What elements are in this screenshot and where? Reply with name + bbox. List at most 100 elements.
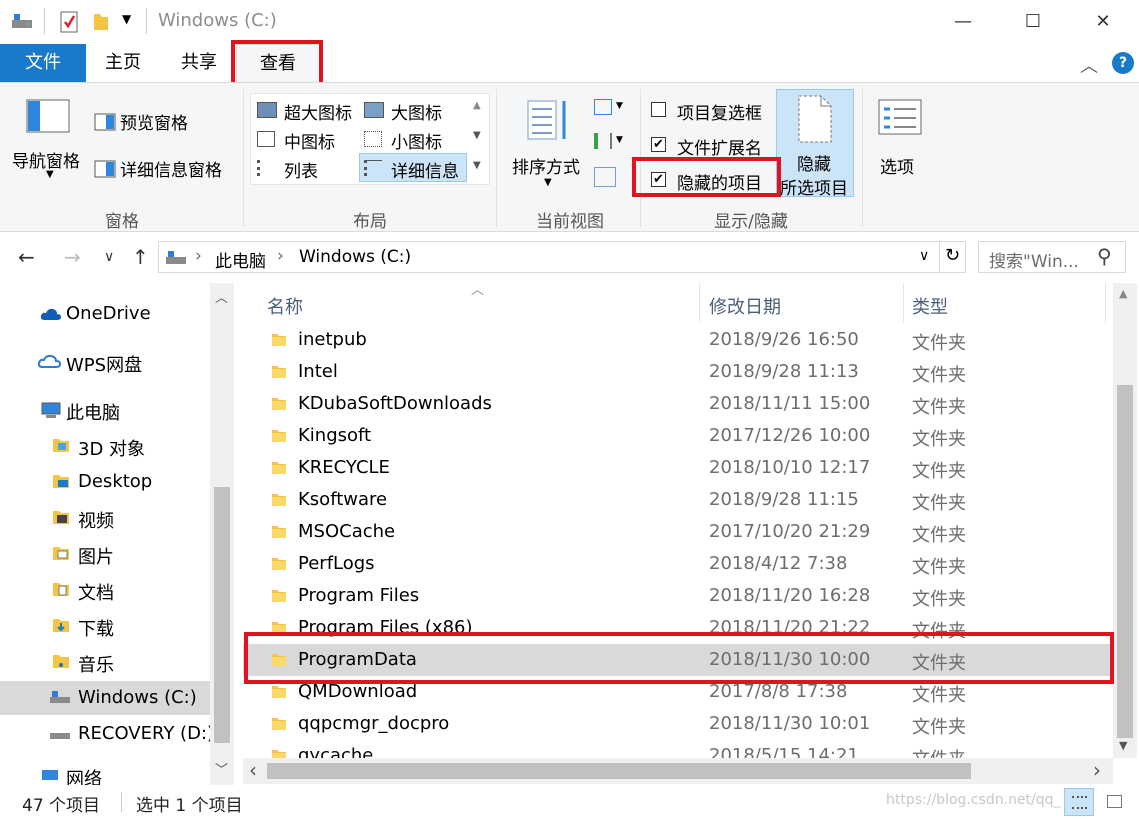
- table-row[interactable]: Kingsoft 2017/12/26 10:00 文件夹: [243, 420, 1113, 452]
- layout-list[interactable]: 列表: [254, 155, 354, 182]
- table-row[interactable]: Ksoftware 2018/9/28 11:15 文件夹: [243, 484, 1113, 516]
- horizontal-scroll-thumb[interactable]: [267, 763, 971, 779]
- help-icon[interactable]: ?: [1112, 52, 1134, 74]
- layout-large[interactable]: 大图标: [361, 97, 461, 124]
- gallery-scroll-up-icon[interactable]: ▲: [473, 100, 481, 111]
- sort-ascending-icon: ︿: [471, 283, 485, 298]
- nav-item-documents[interactable]: 文档: [0, 573, 210, 607]
- layout-details[interactable]: 详细信息: [359, 153, 467, 182]
- new-folder-icon[interactable]: [92, 10, 110, 39]
- breadcrumb-drive[interactable]: Windows (C:): [299, 247, 411, 267]
- scroll-left-icon[interactable]: ‹: [249, 758, 257, 782]
- nav-item-label: WPS网盘: [66, 355, 143, 376]
- file-extensions-checkbox[interactable]: ✔: [651, 137, 666, 152]
- large-icons-view-toggle[interactable]: [1100, 788, 1130, 816]
- nav-item-pictures[interactable]: 图片: [0, 537, 210, 571]
- add-columns-icon[interactable]: [594, 133, 612, 149]
- details-view-toggle[interactable]: [1064, 788, 1094, 816]
- customize-qa-icon[interactable]: ▼: [122, 12, 131, 26]
- group-label-panes: 窗格: [105, 212, 139, 232]
- preview-pane-button[interactable]: 预览窗格: [92, 107, 202, 135]
- sort-by-button[interactable]: 排序方式 ▼: [506, 89, 588, 199]
- breadcrumb-this-pc[interactable]: 此电脑: [215, 247, 266, 272]
- nav-scrollbar[interactable]: ︿ ﹀: [210, 283, 234, 785]
- table-row[interactable]: Program Files 2018/11/20 16:28 文件夹: [243, 580, 1113, 612]
- nav-item-onedrive[interactable]: OneDrive: [0, 297, 210, 331]
- window-title: Windows (C:): [158, 10, 277, 31]
- nav-item-label: OneDrive: [66, 303, 151, 324]
- collapse-ribbon-icon[interactable]: ︿: [1080, 52, 1098, 78]
- item-checkboxes-checkbox[interactable]: [651, 102, 666, 117]
- table-row[interactable]: Intel 2018/9/28 11:13 文件夹: [243, 356, 1113, 388]
- folder-icon: [271, 332, 287, 348]
- column-divider[interactable]: [903, 283, 904, 323]
- nav-item-recovery-d[interactable]: RECOVERY (D:): [0, 717, 214, 751]
- search-input[interactable]: 搜索"Win... ⚲: [978, 241, 1126, 273]
- scroll-down-icon[interactable]: ﹀: [215, 759, 228, 778]
- column-header-name[interactable]: 名称: [267, 293, 303, 319]
- layout-small[interactable]: 小图标: [361, 126, 461, 153]
- details-pane-button[interactable]: 详细信息窗格: [92, 154, 237, 182]
- layout-medium[interactable]: 中图标: [254, 126, 362, 153]
- scroll-up-icon[interactable]: ︿: [215, 287, 228, 306]
- nav-item-windows-c[interactable]: Windows (C:): [0, 681, 210, 715]
- tab-home[interactable]: 主页: [92, 44, 154, 82]
- nav-item-music[interactable]: 音乐: [0, 645, 210, 679]
- table-row[interactable]: KRECYCLE 2018/10/10 12:17 文件夹: [243, 452, 1113, 484]
- close-button[interactable]: ✕: [1080, 6, 1126, 38]
- forward-button[interactable]: →: [64, 245, 81, 269]
- gallery-scroll-down-icon[interactable]: ▼: [473, 130, 481, 141]
- table-row[interactable]: inetpub 2018/9/26 16:50 文件夹: [243, 324, 1113, 356]
- nav-item-videos[interactable]: 视频: [0, 501, 210, 535]
- nav-item-wps[interactable]: WPS网盘: [0, 345, 210, 379]
- table-row[interactable]: qqpcmgr_docpro 2018/11/30 10:01 文件夹: [243, 708, 1113, 740]
- maximize-button[interactable]: ☐: [1010, 6, 1056, 38]
- tab-share[interactable]: 共享: [168, 44, 230, 82]
- column-divider[interactable]: [1105, 283, 1106, 323]
- recent-locations-button[interactable]: ∨: [104, 249, 114, 265]
- column-divider[interactable]: [699, 283, 700, 323]
- layout-extra-large[interactable]: 超大图标: [254, 97, 362, 124]
- tab-file[interactable]: 文件: [0, 44, 86, 82]
- breadcrumb-separator[interactable]: ›: [195, 246, 202, 266]
- file-list-horizontal-scrollbar[interactable]: ‹ ›: [243, 758, 1113, 784]
- file-list-vertical-scrollbar[interactable]: ▲ ▼: [1113, 283, 1137, 758]
- table-row[interactable]: MSOCache 2017/10/20 21:29 文件夹: [243, 516, 1113, 548]
- file-date: 2018/11/11 15:00: [709, 393, 871, 414]
- minimize-button[interactable]: —: [940, 6, 986, 38]
- nav-item-3d-objects[interactable]: 3D 对象: [0, 429, 210, 463]
- refresh-button[interactable]: ↻: [945, 245, 960, 266]
- scroll-down-icon[interactable]: ▼: [1119, 739, 1127, 752]
- breadcrumb-separator[interactable]: ›: [277, 246, 284, 266]
- hide-selected-button[interactable]: 隐藏 所选项目: [776, 89, 854, 199]
- column-header-date[interactable]: 修改日期: [709, 293, 781, 319]
- nav-pane-button[interactable]: 导航窗格 ▼: [10, 89, 88, 189]
- nav-item-this-pc[interactable]: 此电脑: [0, 393, 210, 427]
- drive-icon[interactable]: [10, 10, 34, 37]
- table-row[interactable]: qycache 2018/5/15 14:21 文件夹: [243, 740, 1113, 758]
- address-dropdown[interactable]: ∨: [919, 248, 929, 264]
- gallery-expand-icon[interactable]: ▼: [473, 160, 481, 171]
- scroll-up-icon[interactable]: ▲: [1119, 287, 1127, 300]
- column-header-type[interactable]: 类型: [912, 293, 948, 319]
- group-by-icon[interactable]: [594, 99, 612, 115]
- title-bar: ▼ Windows (C:) — ☐ ✕: [0, 0, 1139, 44]
- properties-icon[interactable]: [58, 10, 80, 39]
- item-checkboxes-toggle[interactable]: 项目复选框: [648, 97, 773, 124]
- size-columns-icon[interactable]: [594, 167, 616, 187]
- back-button[interactable]: ←: [18, 245, 35, 269]
- search-icon[interactable]: ⚲: [1097, 244, 1112, 268]
- up-button[interactable]: ↑: [132, 245, 149, 269]
- nav-pane-icon: [26, 99, 70, 138]
- scroll-right-icon[interactable]: ›: [1093, 758, 1101, 782]
- options-button[interactable]: 选项: [870, 89, 930, 189]
- file-list-scroll-thumb[interactable]: [1117, 385, 1133, 738]
- nav-item-network[interactable]: 网络: [0, 759, 210, 785]
- file-extensions-toggle[interactable]: ✔ 文件扩展名: [648, 132, 773, 159]
- table-row[interactable]: KDubaSoftDownloads 2018/11/11 15:00 文件夹: [243, 388, 1113, 420]
- address-bar[interactable]: › 此电脑 › Windows (C:) ∨ ↻: [158, 241, 966, 273]
- nav-scroll-thumb[interactable]: [214, 487, 230, 743]
- table-row[interactable]: PerfLogs 2018/4/12 7:38 文件夹: [243, 548, 1113, 580]
- nav-item-desktop[interactable]: Desktop: [0, 465, 210, 499]
- nav-item-downloads[interactable]: 下载: [0, 609, 210, 643]
